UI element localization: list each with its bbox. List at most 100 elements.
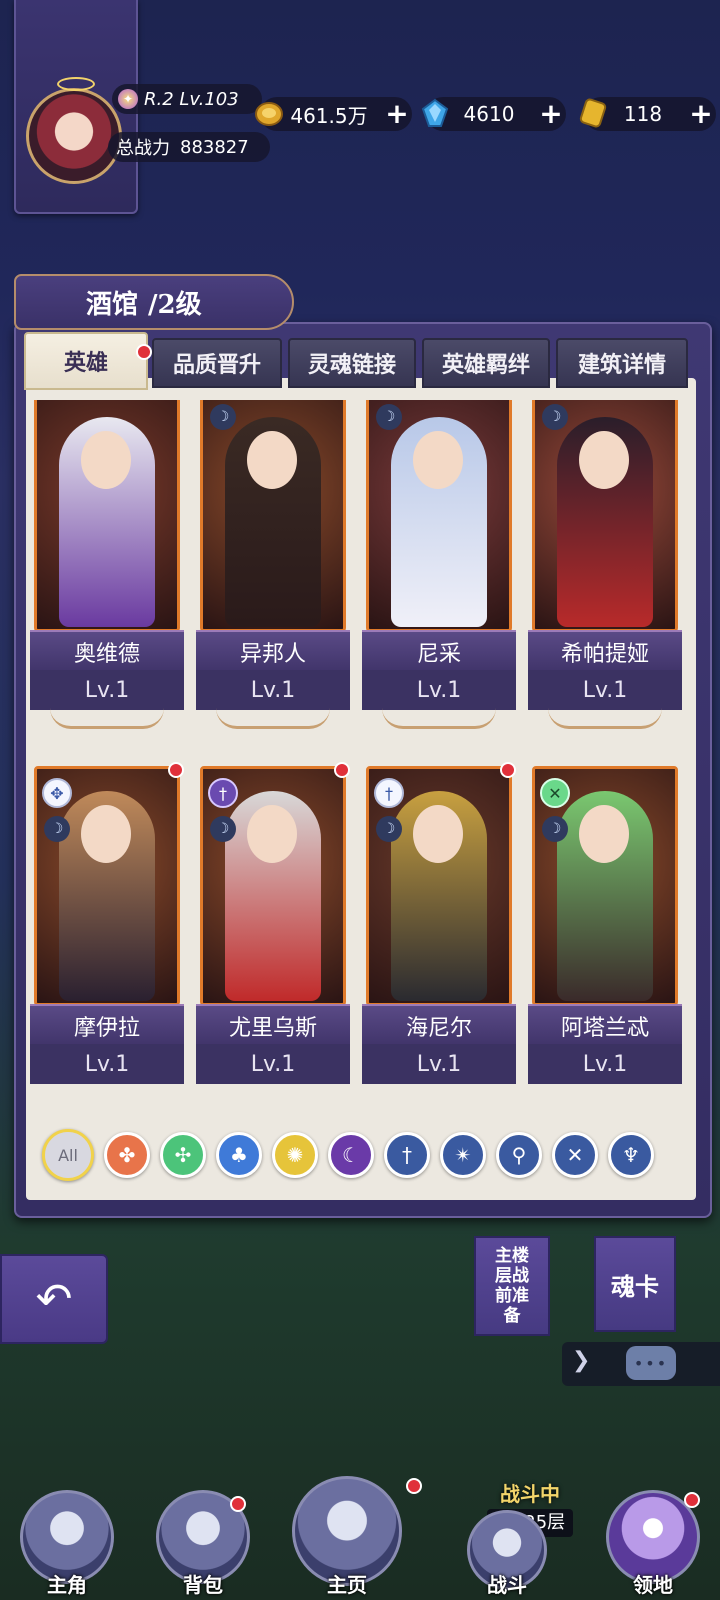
role-icon: ☽ — [376, 816, 402, 842]
soul-card-button[interactable]: 魂卡 — [594, 1236, 676, 1332]
nav-label: 战斗 — [487, 1573, 527, 1597]
bag-badge — [230, 1496, 246, 1512]
hero-portrait — [34, 400, 180, 632]
resource-crystal: 4610 + — [421, 97, 566, 131]
role-icon: ☽ — [542, 816, 568, 842]
hero-badge — [168, 762, 184, 778]
tab-label: 英雄 — [63, 350, 108, 376]
back-arrow-icon: ↶ — [35, 1273, 73, 1325]
tab-heroes[interactable]: 英雄 — [24, 332, 152, 390]
resource-ticket: 118 + — [579, 97, 716, 131]
role-icon: ☽ — [44, 816, 70, 842]
nav-label: 主角 — [47, 1573, 87, 1597]
resource-gold: 461.5万 + — [255, 97, 412, 131]
sword-icon: † — [374, 778, 404, 808]
tab-label: 品质晋升 — [172, 352, 261, 378]
filter-all[interactable]: All — [42, 1129, 94, 1181]
chevron-right-icon: ❯ — [572, 1348, 591, 1373]
wind-filter-icon[interactable]: ✣ — [160, 1132, 206, 1178]
hero-level: Lv.1 — [30, 1044, 184, 1084]
hero-card[interactable]: † ☽ 尤里乌斯 Lv.1 — [196, 762, 350, 1104]
total-power: 总战力 883827 — [108, 132, 270, 162]
back-button[interactable]: ↶ — [0, 1254, 108, 1344]
gold-coin-icon — [255, 102, 283, 126]
sword-filter-icon[interactable]: † — [384, 1132, 430, 1178]
chat-bar[interactable]: ❯ ••• — [562, 1342, 720, 1386]
nav-territory[interactable]: 领地 — [588, 1470, 718, 1600]
hero-grid: 奥维德 Lv.1 ☽ 异邦人 Lv.1 ☽ 尼采 Lv.1 ☽ 希帕提娅 Lv.… — [30, 400, 692, 1116]
hero-card[interactable]: ☽ 希帕提娅 Lv.1 — [528, 400, 682, 730]
staff-filter-icon[interactable]: ⚲ — [496, 1132, 542, 1178]
tab-label: 灵魂链接 — [307, 352, 396, 378]
blue-crystal-icon — [421, 98, 449, 127]
role-icon: ☽ — [376, 404, 402, 430]
hero-badge — [334, 762, 350, 778]
hero-card[interactable]: ✕ ☽ 阿塔兰忒 Lv.1 — [528, 766, 682, 1104]
tab-quality-upgrade[interactable]: 品质晋升 — [152, 338, 282, 388]
hero-card[interactable]: † ☽ 海尼尔 Lv.1 — [362, 762, 516, 1104]
element-icon: ✥ — [42, 778, 72, 808]
nav-home[interactable]: 主页 — [282, 1470, 422, 1600]
hero-name: 尤里乌斯 — [196, 1004, 350, 1046]
nav-label: 背包 — [183, 1573, 223, 1597]
bottom-nav: 主角 背包 主页 战斗 领地 — [0, 1468, 720, 1600]
hero-card[interactable]: 奥维德 Lv.1 — [30, 400, 184, 730]
territory-badge — [684, 1492, 700, 1508]
hero-card[interactable]: ☽ 异邦人 Lv.1 — [196, 400, 350, 730]
hero-level: Lv.1 — [528, 1044, 682, 1084]
hero-portrait — [532, 400, 678, 632]
hero-name: 海尼尔 — [362, 1004, 516, 1046]
hero-name: 奥维德 — [30, 630, 184, 672]
hero-level: Lv.1 — [362, 1044, 516, 1084]
nav-label: 领地 — [633, 1573, 673, 1597]
hero-level: Lv.1 — [196, 1044, 350, 1084]
hero-filter-bar: All ✤ ✣ ♣ ✺ ☾ † ✴ ⚲ ✕ ♆ — [42, 1128, 682, 1182]
role-icon: ☽ — [210, 816, 236, 842]
shuriken-filter-icon[interactable]: ✴ — [440, 1132, 486, 1178]
add-ticket-button[interactable]: + — [686, 99, 716, 129]
hero-portrait — [366, 400, 512, 632]
tavern-title: 酒馆 /2级 — [14, 274, 294, 330]
wings-filter-icon[interactable]: ♆ — [608, 1132, 654, 1178]
gold-ticket-icon — [579, 98, 607, 128]
tab-label: 建筑详情 — [577, 352, 666, 378]
water-filter-icon[interactable]: ♣ — [216, 1132, 262, 1178]
player-avatar[interactable] — [26, 77, 122, 184]
hero-card[interactable]: ✥ ☽ 摩伊拉 Lv.1 — [30, 762, 184, 1104]
home-badge — [406, 1478, 422, 1494]
battle-prep-button[interactable]: 主楼层战前准备 — [474, 1236, 550, 1336]
sword-icon: † — [208, 778, 238, 808]
light-filter-icon[interactable]: ✺ — [272, 1132, 318, 1178]
nav-battle[interactable]: 战斗 — [442, 1470, 572, 1600]
bow-filter-icon[interactable]: ✕ — [552, 1132, 598, 1178]
hero-card[interactable]: ☽ 尼采 Lv.1 — [362, 400, 516, 730]
nav-hero[interactable]: 主角 — [2, 1470, 132, 1600]
hero-portrait — [200, 400, 346, 632]
battle-prep-label: 主楼层战前准备 — [495, 1246, 529, 1326]
hero-name: 异邦人 — [196, 630, 350, 672]
filter-all-label: All — [58, 1145, 78, 1165]
tab-soul-link[interactable]: 灵魂链接 — [288, 338, 416, 388]
hero-level: Lv.1 — [30, 670, 184, 710]
tab-building-details[interactable]: 建筑详情 — [556, 338, 688, 388]
add-gold-button[interactable]: + — [382, 99, 412, 129]
halo-icon — [57, 77, 95, 91]
tavern-level: /2级 — [148, 289, 202, 320]
dark-filter-icon[interactable]: ☾ — [328, 1132, 374, 1178]
nav-bag[interactable]: 背包 — [138, 1470, 268, 1600]
hero-level: Lv.1 — [528, 670, 682, 710]
tab-label: 英雄羁绊 — [441, 352, 530, 378]
tavern-tabs: 英雄 品质晋升 灵魂链接 英雄羁绊 建筑详情 — [24, 332, 696, 392]
power-value: 883827 — [180, 136, 249, 158]
role-icon: ☽ — [210, 404, 236, 430]
player-rank-level: ✦ R.2 Lv.103 — [112, 84, 262, 114]
rank-level-text: R.2 Lv.103 — [144, 88, 239, 110]
hero-name: 希帕提娅 — [528, 630, 682, 672]
hero-level: Lv.1 — [196, 670, 350, 710]
add-crystal-button[interactable]: + — [536, 99, 566, 129]
tab-hero-bond[interactable]: 英雄羁绊 — [422, 338, 550, 388]
nav-label: 主页 — [327, 1573, 367, 1597]
soul-card-label: 魂卡 — [611, 1271, 659, 1301]
rank-badge-icon: ✦ — [118, 89, 138, 109]
fire-filter-icon[interactable]: ✤ — [104, 1132, 150, 1178]
